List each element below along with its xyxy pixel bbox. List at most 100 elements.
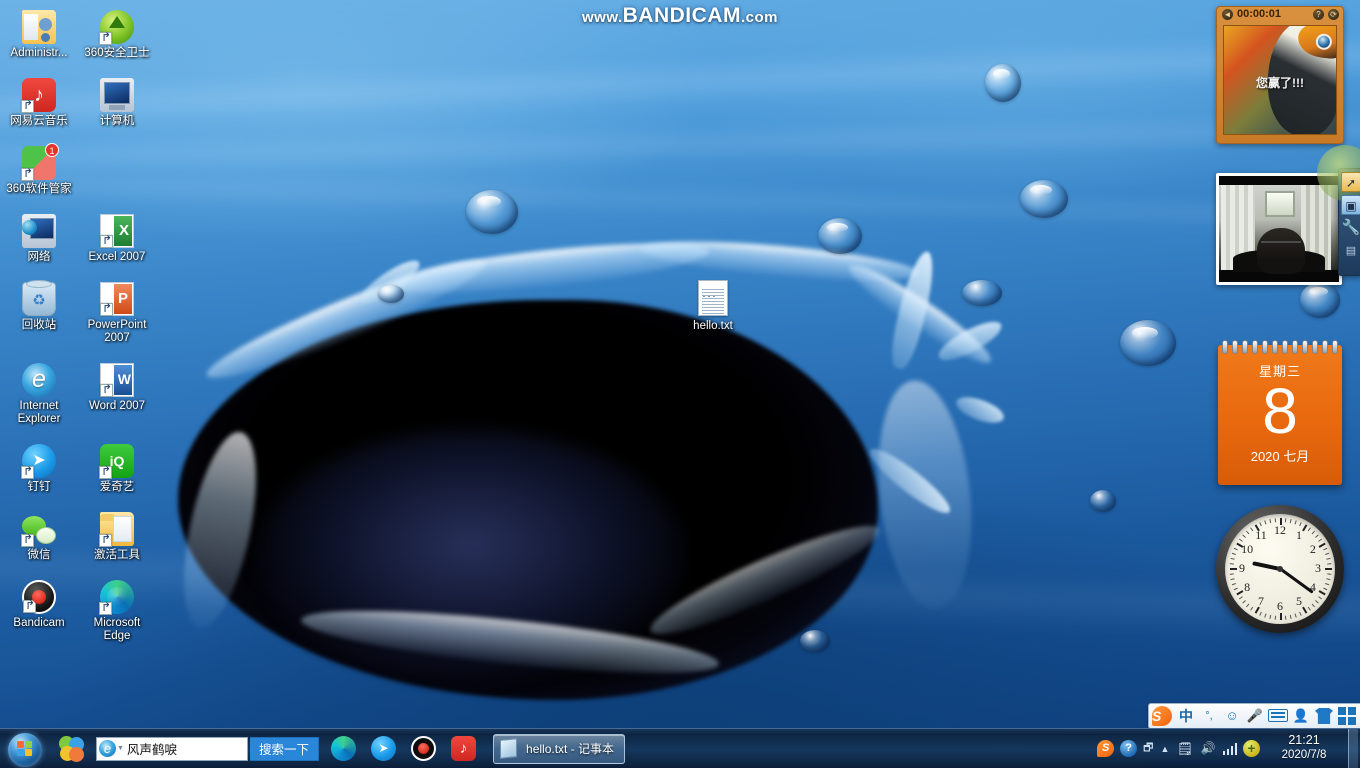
action-center-shield-icon[interactable] (1243, 740, 1260, 757)
clock-tick (1246, 530, 1250, 535)
taskbar-bandicam[interactable] (403, 730, 443, 768)
emoji-icon[interactable]: ☺ (1221, 705, 1243, 727)
notes-icon[interactable] (1177, 740, 1194, 757)
ie-search-input[interactable]: ▼ 风声鹤唳 (96, 736, 248, 761)
network-icon (22, 214, 56, 248)
desktop-icon-10[interactable]: PowerPoint 2007 (78, 278, 156, 347)
wechat-icon (21, 512, 56, 547)
desktop-icon-12[interactable]: Internet Explorer (0, 359, 78, 428)
desktop-icon-3[interactable]: 计算机 (78, 74, 156, 130)
clock-tick (1269, 519, 1272, 524)
skin-icon[interactable] (1313, 705, 1335, 727)
droplet-highlight (1309, 287, 1328, 296)
folderuser-icon (22, 10, 56, 44)
shortcut-arrow-icon (100, 384, 113, 397)
clock-number: 1 (1296, 528, 1302, 543)
clock-tick (1307, 527, 1311, 532)
desktop-icon-16[interactable]: 爱奇艺 (78, 440, 156, 496)
desktop-icon-9[interactable]: 回收站 (0, 278, 78, 334)
clock-time: 21:21 (1288, 733, 1320, 747)
webcam-preview-overlay[interactable] (1216, 173, 1342, 285)
wrench-settings-icon[interactable]: 🔧 (1341, 218, 1360, 238)
folder-icon (99, 512, 134, 547)
taskbar-dingtalk[interactable] (363, 730, 403, 768)
clock-tick (1264, 613, 1267, 618)
clock-tick (1229, 573, 1234, 575)
taskbar-360-safe[interactable] (52, 730, 92, 768)
clock-number: 9 (1239, 561, 1245, 575)
desktop-icon-0[interactable]: Administr... (0, 6, 78, 62)
desktop-icon-label: 激活工具 (94, 549, 140, 561)
desktop-icon-6[interactable]: 网络 (0, 210, 78, 266)
list-icon[interactable]: ▤ (1341, 241, 1360, 261)
desktop-icon-label: Administr... (10, 47, 68, 59)
sogou-logo-icon[interactable] (1150, 705, 1174, 727)
desktop-icon-label: Internet Explorer (17, 400, 61, 425)
ie-search-button[interactable]: 搜索一下 (250, 736, 320, 761)
calendar-gadget[interactable]: 星期三 8 2020 七月 (1218, 340, 1342, 485)
punctuation-icon[interactable]: °, (1198, 705, 1220, 727)
desktop-icon-2[interactable]: 网易云音乐 (0, 74, 78, 130)
back-arrow-icon[interactable]: ◄ (1222, 9, 1233, 20)
clock-tick (1242, 600, 1246, 604)
taskbar-clock[interactable]: 21:21 2020/7/8 (1266, 733, 1342, 764)
shortcut-arrow-icon (100, 235, 113, 248)
ime-language-mode[interactable]: 中 (1175, 705, 1197, 727)
clock-gadget[interactable]: 12 1 2 3 4 5 6 7 8 9 10 11 (1216, 505, 1344, 633)
clock-tick (1259, 611, 1262, 616)
clock-face: 12 1 2 3 4 5 6 7 8 9 10 11 (1225, 514, 1335, 624)
show-desktop-button[interactable] (1348, 728, 1358, 768)
ppt-icon (100, 282, 134, 316)
puzzle-gadget[interactable]: ◄ 00:00:01 ? ⟳ 您赢了!!! (1216, 6, 1344, 144)
toolbox-icon[interactable] (1336, 705, 1358, 727)
show-hidden-icons-chevron[interactable]: ▲ (1160, 744, 1171, 754)
user-icon[interactable]: 👤 (1290, 705, 1312, 727)
desktop-icon-13[interactable]: Word 2007 (78, 359, 156, 415)
desktop-icon-1[interactable]: 360安全卫士 (78, 6, 156, 62)
netease-music-icon (451, 735, 477, 761)
taskbar-window-notepad[interactable]: hello.txt - 记事本 (493, 733, 626, 764)
taskbar-netease-music[interactable] (443, 730, 483, 768)
microphone-icon[interactable]: 🎤 (1244, 705, 1266, 727)
calendar-day-number: 8 (1262, 375, 1298, 447)
taskbar: ▼ 风声鹤唳 搜索一下 hello.txt - 记事本 🗗 ▲ 21:21 20… (0, 728, 1360, 768)
clock-tick (1323, 547, 1328, 551)
bandicam-control-panel[interactable]: ➚ ▣ 🔧 ▤ (1317, 145, 1360, 276)
clock-tick (1230, 578, 1235, 581)
keyboard-icon[interactable] (1267, 705, 1289, 727)
screen-capture-icon[interactable]: ▣ (1341, 195, 1360, 215)
chevron-down-icon[interactable]: ▼ (117, 745, 124, 752)
clock-number: 11 (1255, 528, 1267, 543)
desktop-icon-19[interactable]: 激活工具 (78, 508, 156, 564)
clock-number: 5 (1296, 593, 1302, 608)
text-file-icon (698, 280, 728, 316)
ie-icon (22, 363, 56, 397)
network-signal-icon[interactable] (1222, 742, 1237, 755)
taskbar-edge[interactable] (323, 730, 363, 768)
clock-tick (1326, 578, 1331, 581)
overlap-windows-icon[interactable]: 🗗 (1143, 739, 1153, 758)
desktop-icon-18[interactable]: 微信 (0, 508, 78, 564)
volume-icon[interactable] (1200, 740, 1217, 757)
puzzle-image[interactable]: 您赢了!!! (1223, 25, 1337, 135)
desktop-icon-22[interactable]: Microsoft Edge (78, 576, 156, 645)
webcam-person-glasses (1261, 241, 1301, 248)
desktop-icon-15[interactable]: 钉钉 (0, 440, 78, 496)
clock-tick (1274, 518, 1277, 523)
clock-tick (1325, 583, 1330, 586)
desktop-file-hello-txt[interactable]: hello.txt (678, 280, 748, 333)
desktop-icon-4[interactable]: 1 360软件管家 (0, 142, 78, 198)
desktop-icon-21[interactable]: Bandicam (0, 576, 78, 632)
sogou-icon[interactable] (1097, 740, 1115, 757)
clock-tick (1294, 613, 1297, 618)
desktop-icon-label: 网络 (27, 251, 51, 263)
desktop-icon-7[interactable]: Excel 2007 (78, 210, 156, 266)
help-icon[interactable]: ? (1313, 9, 1324, 20)
refresh-icon[interactable]: ⟳ (1328, 9, 1339, 20)
sogou-ime-toolbar[interactable]: 中 °, ☺ 🎤 👤 (1148, 703, 1360, 729)
cursor-record-icon[interactable]: ➚ (1341, 172, 1360, 192)
help-icon[interactable] (1120, 740, 1138, 757)
desktop-icon-label: 360软件管家 (6, 183, 72, 195)
desktop-icon-label: 360安全卫士 (84, 47, 150, 59)
start-button[interactable] (2, 730, 52, 768)
